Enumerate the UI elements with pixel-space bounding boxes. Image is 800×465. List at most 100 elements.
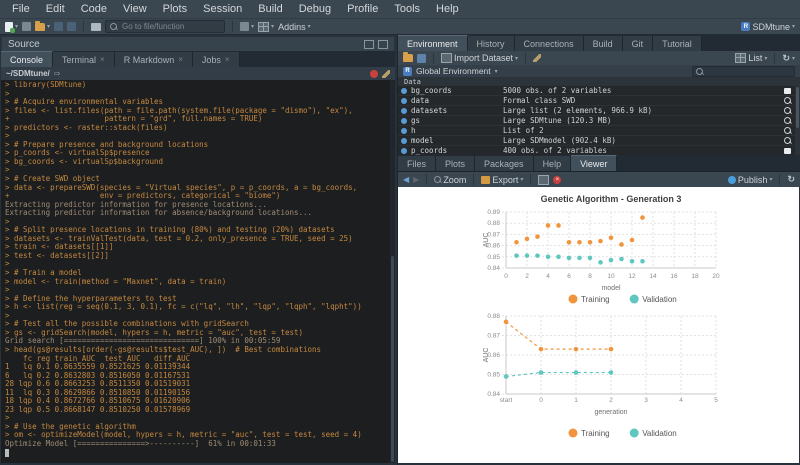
menu-item-session[interactable]: Session xyxy=(195,0,250,18)
refresh-environment-button[interactable]: ↻▾ xyxy=(782,52,795,64)
env-object-data[interactable]: dataFormal class SWD xyxy=(398,96,800,106)
scope-selector[interactable]: Global Environment xyxy=(416,66,491,76)
tab-help[interactable]: Help xyxy=(534,156,572,171)
svg-text:4: 4 xyxy=(546,273,550,280)
save-workspace-button[interactable] xyxy=(417,52,426,64)
new-file-button[interactable]: ▾ xyxy=(5,21,18,33)
environment-scrollbar-thumb[interactable] xyxy=(796,87,799,128)
tab-packages[interactable]: Packages xyxy=(475,156,534,171)
menu-item-tools[interactable]: Tools xyxy=(386,0,428,18)
tab-terminal[interactable]: Terminal × xyxy=(53,52,115,67)
maximize-pane-icon[interactable] xyxy=(378,40,388,49)
tab-viewer[interactable]: Viewer xyxy=(571,155,617,171)
svg-text:0.88: 0.88 xyxy=(487,313,500,320)
tab-git[interactable]: Git xyxy=(623,36,654,51)
view-table-button[interactable] xyxy=(784,148,791,154)
env-object-h[interactable]: hList of 2 xyxy=(398,126,800,136)
menu-item-plots[interactable]: Plots xyxy=(155,0,195,18)
menu-bar: FileEditCodeViewPlotsSessionBuildDebugPr… xyxy=(0,0,800,19)
back-button[interactable]: ◀ xyxy=(403,174,409,186)
view-table-button[interactable] xyxy=(784,88,791,94)
load-workspace-button[interactable] xyxy=(403,52,413,64)
toolbar-separator xyxy=(779,174,780,185)
source-window-buttons xyxy=(364,40,388,49)
interrupt-stop-icon[interactable] xyxy=(370,70,378,78)
menu-item-code[interactable]: Code xyxy=(73,0,115,18)
menu-item-build[interactable]: Build xyxy=(250,0,290,18)
menu-item-edit[interactable]: Edit xyxy=(38,0,73,18)
console-header-actions xyxy=(370,70,390,78)
inspect-object-button[interactable] xyxy=(784,107,791,114)
tab-connections[interactable]: Connections xyxy=(515,36,584,51)
environment-search-input[interactable] xyxy=(706,67,791,76)
zoom-plot-button[interactable]: Zoom xyxy=(434,174,466,186)
open-in-window-button[interactable] xyxy=(538,174,549,186)
tab-files[interactable]: Files xyxy=(398,156,436,171)
menu-item-file[interactable]: File xyxy=(4,0,38,18)
restore-pane-icon[interactable] xyxy=(364,40,374,49)
clear-console-icon[interactable] xyxy=(382,70,390,78)
print-button[interactable] xyxy=(91,21,101,33)
menu-item-help[interactable]: Help xyxy=(428,0,467,18)
close-icon[interactable]: × xyxy=(225,55,230,64)
inspect-object-button[interactable] xyxy=(784,127,791,134)
tab-label: Terminal xyxy=(62,55,96,65)
save-icon xyxy=(54,22,63,31)
menu-item-profile[interactable]: Profile xyxy=(339,0,386,18)
console-scrollbar-thumb[interactable] xyxy=(391,256,394,462)
import-dataset-button[interactable]: Import Dataset ▾ xyxy=(441,52,518,64)
tab-build[interactable]: Build xyxy=(584,36,623,51)
tab-jobs[interactable]: Jobs× xyxy=(193,52,240,67)
env-object-datasets[interactable]: datasetsLarge list (2 elements, 966.9 kB… xyxy=(398,106,800,116)
plot-chart-optimization[interactable]: 0.840.850.860.870.88start012345AUCgenera… xyxy=(398,309,799,463)
panes-layout-button[interactable]: ▾ xyxy=(258,21,274,33)
r-environment-icon: R xyxy=(403,67,412,76)
tab-tutorial[interactable]: Tutorial xyxy=(653,36,702,51)
inspect-object-button[interactable] xyxy=(784,137,791,144)
tab-console[interactable]: Console xyxy=(1,51,53,67)
env-object-model[interactable]: modelLarge SDMmodel (902.4 kB) xyxy=(398,136,800,146)
svg-text:0.87: 0.87 xyxy=(487,333,500,340)
clear-environment-button[interactable] xyxy=(533,52,541,64)
object-dot-icon xyxy=(401,128,407,134)
goto-file-input[interactable] xyxy=(120,21,220,32)
object-dot-icon xyxy=(401,88,407,94)
remove-plot-button[interactable]: × xyxy=(553,174,561,186)
project-icon xyxy=(22,22,31,31)
close-icon[interactable]: × xyxy=(100,55,105,64)
addins-button[interactable]: Addins▾ xyxy=(278,21,311,33)
env-object-gs[interactable]: gsLarge SDMtune (120.3 MB) xyxy=(398,116,800,126)
environment-object-list: bg_coords5000 obs. of 2 variablesdataFor… xyxy=(398,86,800,155)
new-project-button[interactable] xyxy=(22,21,31,33)
tab-r-markdown[interactable]: R Markdown× xyxy=(115,52,193,67)
tab-label: Tutorial xyxy=(662,39,692,49)
plot-chart-generation[interactable]: Genetic Algorithm - Generation 30.840.85… xyxy=(398,187,799,309)
tab-plots[interactable]: Plots xyxy=(436,156,475,171)
refresh-viewer-button[interactable]: ↻ xyxy=(787,174,795,186)
menu-item-view[interactable]: View xyxy=(115,0,155,18)
svg-text:0.89: 0.89 xyxy=(487,209,500,216)
open-file-button[interactable]: ▾ xyxy=(35,21,50,33)
publish-button[interactable]: Publish ▾ xyxy=(728,174,773,186)
viewer-content: Genetic Algorithm - Generation 30.840.85… xyxy=(398,187,799,463)
export-plot-button[interactable]: Export ▾ xyxy=(481,174,523,186)
save-button[interactable] xyxy=(54,21,63,33)
list-view-button[interactable]: List ▾ xyxy=(735,52,767,64)
menu-item-debug[interactable]: Debug xyxy=(291,0,339,18)
tab-history[interactable]: History xyxy=(468,36,515,51)
tab-environment[interactable]: Environment xyxy=(398,35,468,51)
inspect-object-button[interactable] xyxy=(784,97,791,104)
inspect-object-button[interactable] xyxy=(784,117,791,124)
close-icon[interactable]: × xyxy=(178,55,183,64)
env-object-bg-coords[interactable]: bg_coords5000 obs. of 2 variables xyxy=(398,86,800,96)
project-menu-button[interactable]: R SDMtune ▾ xyxy=(741,21,795,33)
save-all-button[interactable] xyxy=(67,21,76,33)
console-output[interactable]: > library(SDMtune)>> # Acquire environme… xyxy=(1,80,395,463)
goto-directory-icon[interactable]: ⇨ xyxy=(54,69,61,78)
open-folder-icon xyxy=(35,23,45,31)
console-scrollbar[interactable] xyxy=(390,80,395,463)
environment-scrollbar[interactable] xyxy=(795,86,800,155)
svg-text:10: 10 xyxy=(607,273,615,280)
workspace-button[interactable]: ▾ xyxy=(240,21,254,33)
forward-button[interactable]: ▶ xyxy=(413,174,419,186)
